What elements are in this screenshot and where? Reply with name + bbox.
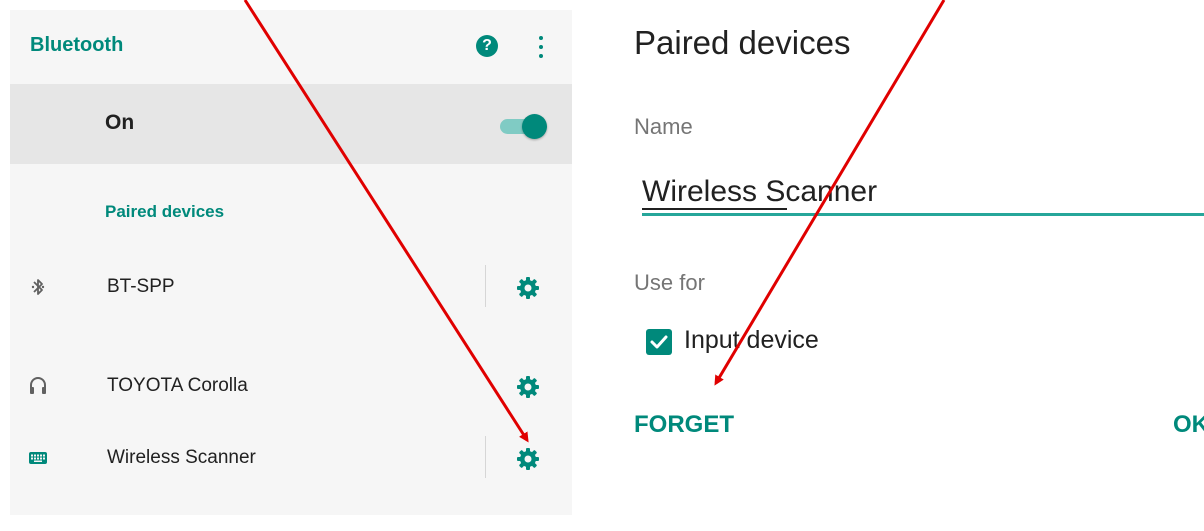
keyboard-icon bbox=[26, 446, 50, 470]
device-name: TOYOTA Corolla bbox=[107, 375, 248, 396]
use-for-label: Use for bbox=[634, 270, 705, 295]
divider bbox=[485, 265, 486, 307]
dialog-title: Paired devices bbox=[634, 24, 851, 61]
device-settings-gear-icon[interactable] bbox=[512, 443, 544, 475]
bluetooth-switch[interactable] bbox=[500, 114, 550, 139]
switch-thumb bbox=[522, 114, 547, 139]
device-row-wireless-scanner[interactable]: Wireless Scanner bbox=[10, 430, 572, 490]
input-device-checkbox[interactable] bbox=[646, 329, 672, 355]
divider bbox=[485, 436, 486, 478]
check-icon bbox=[650, 335, 668, 349]
paired-device-dialog: Paired devices Name Use for Input device… bbox=[600, 0, 1204, 531]
more-vert-icon[interactable] bbox=[536, 36, 546, 58]
paired-devices-header: Paired devices bbox=[105, 202, 225, 221]
bluetooth-settings-panel: Bluetooth ? On Paired devices BT-SPP TOY… bbox=[10, 10, 572, 515]
toolbar-title: Bluetooth bbox=[30, 34, 124, 56]
device-row-toyota-corolla[interactable]: TOYOTA Corolla bbox=[10, 358, 572, 418]
bluetooth-master-toggle-row[interactable]: On bbox=[10, 84, 572, 164]
ok-button[interactable]: OK bbox=[1173, 411, 1204, 439]
device-settings-gear-icon[interactable] bbox=[512, 371, 544, 403]
toolbar: Bluetooth ? bbox=[10, 10, 572, 84]
help-icon[interactable]: ? bbox=[476, 35, 498, 57]
spellcheck-underline bbox=[642, 208, 787, 210]
device-name: Wireless Scanner bbox=[107, 447, 256, 468]
headset-icon bbox=[26, 374, 50, 398]
bluetooth-state-label: On bbox=[105, 111, 135, 134]
bluetooth-icon bbox=[26, 275, 50, 299]
forget-button[interactable]: FORGET bbox=[634, 411, 734, 439]
device-row-bt-spp[interactable]: BT-SPP bbox=[10, 259, 572, 319]
device-settings-gear-icon[interactable] bbox=[512, 272, 544, 304]
name-label: Name bbox=[634, 114, 693, 139]
device-name: BT-SPP bbox=[107, 276, 175, 297]
input-device-label: Input device bbox=[684, 326, 819, 354]
